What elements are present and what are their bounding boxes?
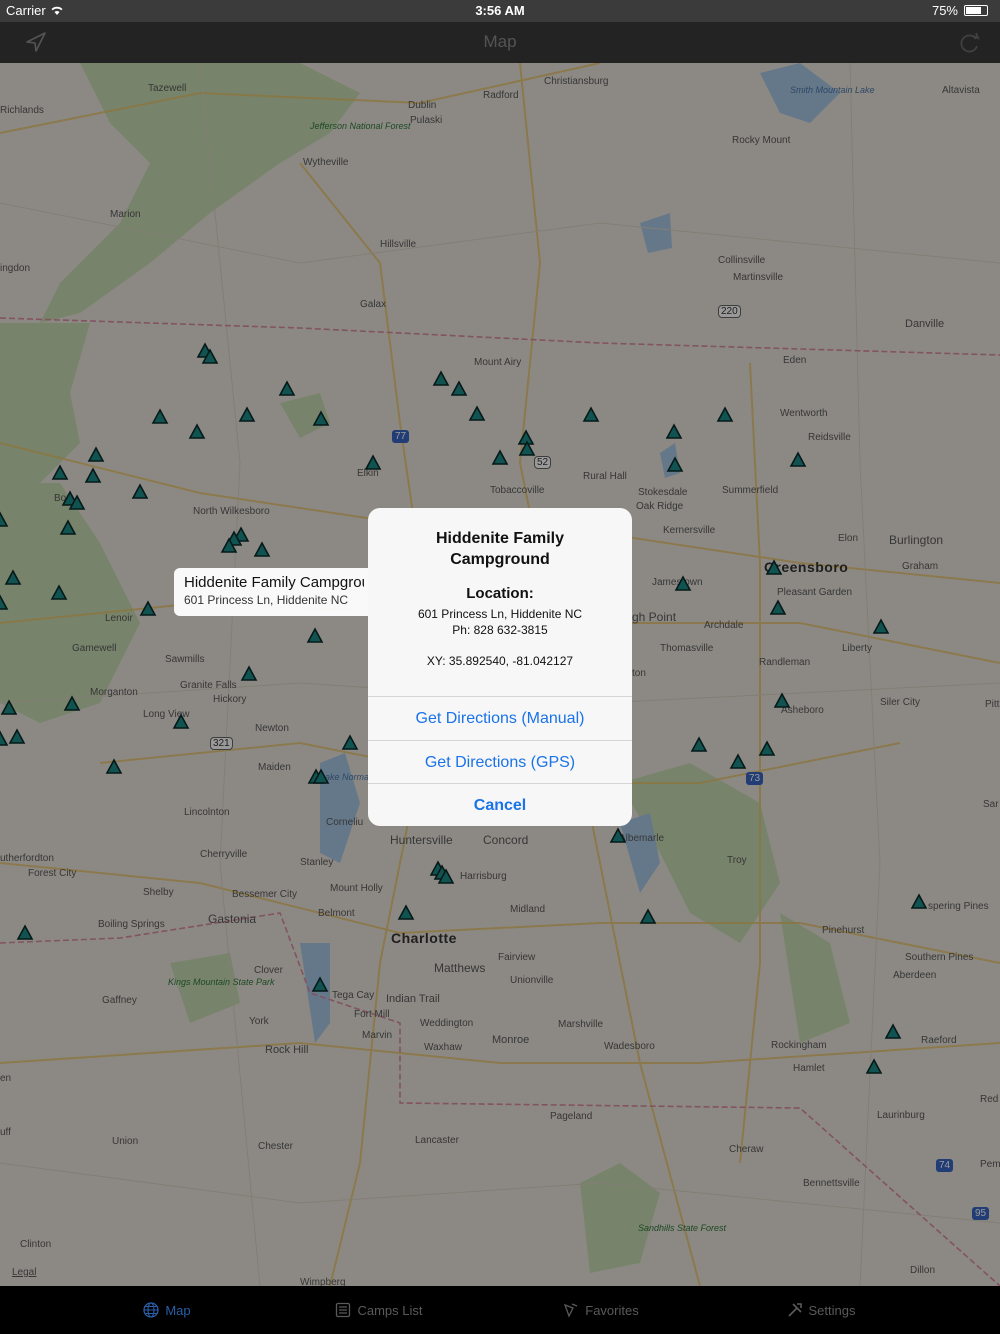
directions-gps-button[interactable]: Get Directions (GPS): [368, 740, 632, 783]
battery-percent: 75%: [931, 3, 958, 18]
alert-location-heading: Location:: [466, 585, 534, 602]
tab-label: Camps List: [357, 1302, 423, 1318]
alert-title: Hiddenite Family Campground: [435, 530, 565, 568]
alert-address: 601 Princess Ln, Hiddenite NC: [417, 607, 583, 621]
tools-icon: [787, 1302, 803, 1318]
clock: 3:56 AM: [475, 3, 525, 18]
list-icon: [335, 1302, 351, 1318]
status-bar: Carrier 3:56 AM 75%: [0, 0, 1000, 22]
globe-icon: [143, 1302, 159, 1318]
favorite-icon: [563, 1302, 579, 1318]
alert-phone: Ph: 828 632-3815: [452, 623, 548, 637]
tab-camps-list[interactable]: Camps List: [254, 1286, 504, 1334]
directions-manual-button[interactable]: Get Directions (Manual): [368, 696, 632, 739]
tab-settings[interactable]: Settings: [696, 1286, 946, 1334]
campground-alert: Hiddenite Family Campground Location: 60…: [368, 508, 632, 826]
tab-bar: Map Camps List Favorites Settings: [0, 1286, 1000, 1334]
tab-favorites[interactable]: Favorites: [476, 1286, 726, 1334]
tab-label: Settings: [808, 1302, 856, 1318]
callout-address: 601 Princess Ln, Hiddenite NC: [184, 593, 349, 607]
callout-title: Hiddenite Family Campground: [184, 574, 364, 591]
battery-icon: [964, 5, 988, 16]
cancel-button[interactable]: Cancel: [368, 783, 632, 826]
alert-coordinates: XY: 35.892540, -81.042127: [426, 654, 574, 668]
map-callout[interactable]: Hiddenite Family Campground 601 Princess…: [174, 568, 374, 616]
tab-label: Map: [165, 1302, 191, 1318]
tab-label: Favorites: [585, 1302, 639, 1318]
